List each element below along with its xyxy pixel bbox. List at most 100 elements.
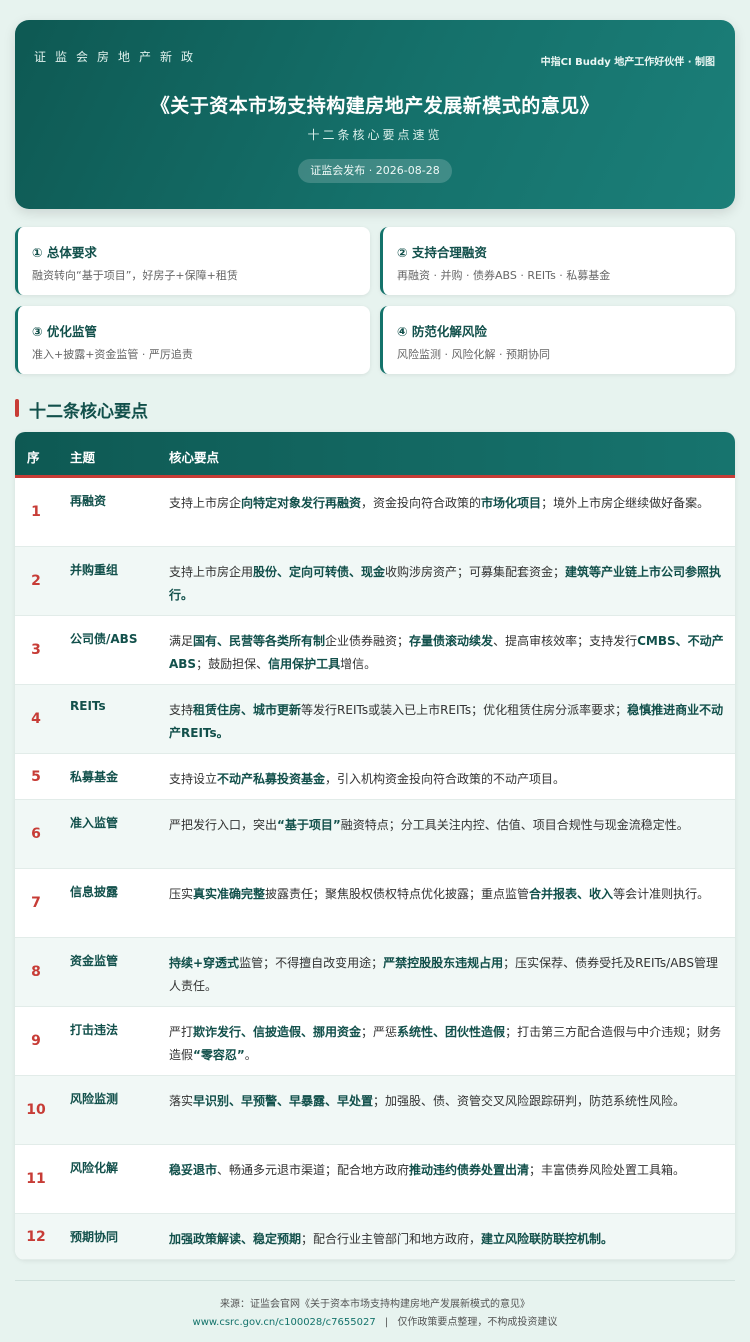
point-text: 。 [244, 1048, 257, 1062]
row-topic: 并购重组 [70, 563, 119, 577]
header-credit: 中指CI Buddy 地产工作好伙伴 · 制图 [540, 57, 715, 68]
row-points: 落实早识别、早预警、早暴露、早处置；加强股、债、资管交叉风险跟踪研判，防范系统性… [169, 1090, 725, 1113]
pillar-card-risk: ④ 防范化解风险 风险监测 · 风险化解 · 预期协同 [380, 306, 735, 374]
highlight-text: 推动违约债券处置出清 [409, 1163, 530, 1177]
highlight-text: 租赁住房、城市更新 [193, 703, 302, 717]
page-title: 《关于资本市场支持构建房地产发展新模式的意见》 [150, 95, 600, 117]
row-topic: 信息披露 [70, 885, 119, 899]
pillar-title: ① 总体要求 [32, 245, 97, 260]
point-text: 支持 [169, 703, 194, 717]
pillar-title: ② 支持合理融资 [397, 245, 487, 260]
point-text: 严打 [169, 1025, 194, 1039]
table-row: 2 并购重组 支持上市房企用股份、定向可转债、现金收购涉房资产；可募集配套资金；建筑… [15, 547, 735, 616]
highlight-text: 国有、民营等各类所有制 [193, 634, 326, 648]
point-text: 严把发行入口，突出 [169, 818, 278, 832]
page-subtitle: 十二条核心要点速览 [307, 128, 443, 142]
row-points: 支持租赁住房、城市更新等发行REITs或装入已上市REITs；优化租赁住房分派率… [169, 699, 725, 745]
point-text: ；配合行业主管部门和地方政府， [301, 1232, 482, 1246]
row-points: 稳妥退市、畅通多元退市渠道；配合地方政府推动违约债券处置出清；丰富债券风险处置工… [169, 1159, 725, 1182]
highlight-text: 信用保护工具 [268, 657, 341, 671]
section-title: 十二条核心要点 [29, 402, 148, 422]
table-row: 10 风险监测 落实早识别、早预警、早暴露、早处置；加强股、债、资管交叉风险跟踪研判… [15, 1076, 735, 1145]
highlight-text: 真实准确完整 [193, 887, 266, 901]
highlight-text: 向特定对象发行再融资 [241, 496, 362, 510]
point-text: 企业债券融资； [325, 634, 410, 648]
point-text: ；加强股、债、资管交叉风险跟踪研判，防范系统性风险。 [373, 1094, 686, 1108]
footer-disclaimer: 仅作政策要点整理，不构成投资建议 [397, 1317, 558, 1328]
highlight-text: 欺诈发行、信披造假、挪用资金 [193, 1025, 362, 1039]
point-text: ，引入机构资金投向符合政策的不动产项目。 [325, 772, 566, 786]
point-text: 融资特点；分工具关注内控、估值、项目合规性与现金流稳定性。 [340, 818, 689, 832]
table-row: 9 打击违法 严打欺诈发行、信披造假、挪用资金；严惩系统性、团伙性造假；打击第三方配… [15, 1007, 735, 1076]
point-text: ；丰富债券风险处置工具箱。 [529, 1163, 686, 1177]
row-points: 支持设立不动产私募投资基金，引入机构资金投向符合政策的不动产项目。 [169, 768, 725, 791]
point-text: 满足 [169, 634, 194, 648]
highlight-text: “基于项目” [277, 818, 341, 832]
pillar-card-financing: ② 支持合理融资 再融资 · 并购 · 债券ABS · REITs · 私募基金 [380, 227, 735, 295]
footer-divider [15, 1280, 735, 1281]
pillar-desc: 准入+披露+资金监管 · 严厉追责 [32, 348, 193, 361]
pillar-card-general: ① 总体要求 融资转向“基于项目”，好房子+保障+租赁 [15, 227, 370, 295]
highlight-text: 股份、定向可转债、现金 [253, 565, 386, 579]
point-text: ；境外上市房企继续做好备案。 [541, 496, 710, 510]
row-number: 6 [31, 826, 41, 842]
source-link[interactable]: www.csrc.gov.cn/c100028/c7655027 [193, 1317, 376, 1328]
pillar-title: ④ 防范化解风险 [397, 324, 487, 339]
point-text: 披露责任；聚焦股权债权特点优化披露；重点监管 [265, 887, 530, 901]
highlight-text: 存量债滚动续发 [409, 634, 494, 648]
row-number: 7 [31, 895, 41, 911]
row-topic: 风险监测 [70, 1092, 119, 1106]
publish-date-badge: 证监会发布 · 2026-08-28 [298, 159, 452, 183]
point-text: 落实 [169, 1094, 194, 1108]
header-tag: 证监会房地产新政 [34, 50, 203, 64]
highlight-text: 持续+穿透式 [169, 956, 240, 970]
pillar-desc: 风险监测 · 风险化解 · 预期协同 [397, 348, 550, 361]
highlight-text: 稳妥退市 [169, 1163, 218, 1177]
section-accent-bar [15, 399, 19, 417]
point-text: 压实 [169, 887, 194, 901]
row-number: 3 [31, 642, 41, 658]
table-row: 11 风险化解 稳妥退市、畅通多元退市渠道；配合地方政府推动违约债券处置出清；丰富债… [15, 1145, 735, 1214]
row-number: 11 [26, 1171, 46, 1187]
pillar-title: ③ 优化监管 [32, 324, 97, 339]
pillar-desc: 融资转向“基于项目”，好房子+保障+租赁 [32, 269, 238, 282]
table-row: 6 准入监管 严把发行入口，突出“基于项目”融资特点；分工具关注内控、估值、项目合规… [15, 800, 735, 869]
row-points: 严把发行入口，突出“基于项目”融资特点；分工具关注内控、估值、项目合规性与现金流… [169, 814, 725, 837]
footer-source: 来源：证监会官网《关于资本市场支持构建房地产发展新模式的意见》 [220, 1299, 530, 1310]
point-text: 、提高审核效率；支持发行 [493, 634, 638, 648]
footer-separator: | [384, 1317, 389, 1328]
key-points-table: 序 主题 核心要点 1 再融资 支持上市房企向特定对象发行再融资，资金投向符合政策的… [15, 432, 735, 1260]
row-number: 8 [31, 964, 41, 980]
row-topic: 资金监管 [70, 954, 119, 968]
footer-meta: www.csrc.gov.cn/c100028/c7655027 | 仅作政策要… [0, 1313, 750, 1328]
row-number: 5 [31, 768, 41, 785]
row-topic: 再融资 [70, 494, 107, 508]
row-topic: 预期协同 [70, 1230, 119, 1244]
point-text: ；严惩 [361, 1025, 398, 1039]
table-row: 5 私募基金 支持设立不动产私募投资基金，引入机构资金投向符合政策的不动产项目。 [15, 754, 735, 800]
highlight-text: 合并报表、收入 [529, 887, 614, 901]
header-no: 序 [27, 450, 40, 465]
point-text: 支持上市房企用 [169, 565, 254, 579]
row-points: 加强政策解读、稳定预期；配合行业主管部门和地方政府，建立风险联防联控机制。 [169, 1228, 725, 1251]
point-text: 、畅通多元退市渠道；配合地方政府 [217, 1163, 410, 1177]
table-row: 7 信息披露 压实真实准确完整披露责任；聚焦股权债权特点优化披露；重点监管合并报表、… [15, 869, 735, 938]
table-row: 1 再融资 支持上市房企向特定对象发行再融资，资金投向符合政策的市场化项目；境外上市… [15, 478, 735, 547]
row-points: 严打欺诈发行、信披造假、挪用资金；严惩系统性、团伙性造假；打击第三方配合造假与中… [169, 1021, 725, 1067]
row-topic: 准入监管 [70, 816, 119, 830]
row-number: 10 [26, 1102, 46, 1118]
header-banner: 证监会房地产新政 中指CI Buddy 地产工作好伙伴 · 制图 《关于资本市场… [15, 20, 735, 209]
highlight-text: 建立风险联防联控机制。 [481, 1232, 614, 1246]
row-topic: 私募基金 [70, 770, 119, 784]
row-topic: REITs [70, 699, 106, 713]
highlight-text: 早识别、早预警、早暴露、早处置 [193, 1094, 374, 1108]
row-number: 1 [31, 504, 41, 520]
highlight-text: 加强政策解读、稳定预期 [169, 1232, 302, 1246]
highlight-text: 不动产私募投资基金 [217, 772, 326, 786]
point-text: ，资金投向符合政策的 [361, 496, 482, 510]
point-text: 收购涉房资产；可募集配套资金； [385, 565, 566, 579]
row-number: 12 [26, 1228, 46, 1245]
point-text: 支持设立 [169, 772, 218, 786]
point-text: 支持上市房企 [169, 496, 242, 510]
point-text: ；鼓励担保、 [196, 657, 269, 671]
